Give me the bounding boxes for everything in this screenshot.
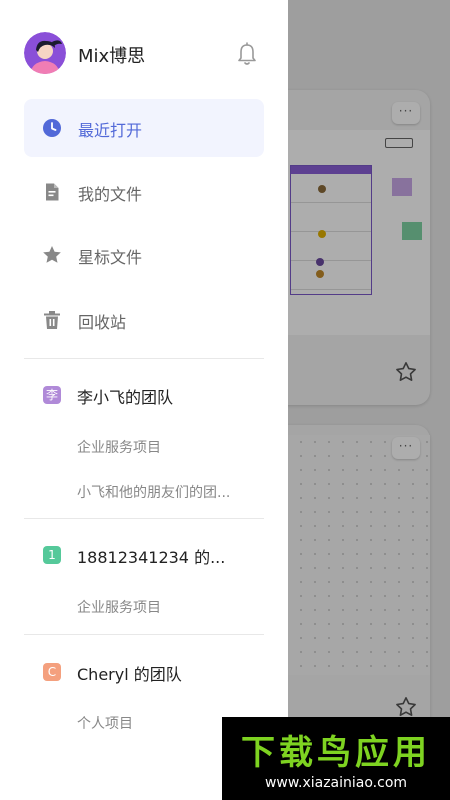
star-icon — [43, 246, 61, 263]
divider — [24, 634, 264, 635]
avatar[interactable] — [24, 32, 66, 74]
nav-item-my-files[interactable]: 我的文件 — [24, 163, 264, 221]
nav-item-trash[interactable]: 回收站 — [24, 291, 264, 349]
nav-item-starred[interactable]: 星标文件 — [24, 226, 264, 284]
clock-icon — [43, 119, 61, 137]
nav-item-label: 最近打开 — [78, 121, 143, 140]
project-item[interactable]: 小飞和他的朋友们的团... — [77, 482, 230, 502]
user-name[interactable]: Mix博思 — [78, 42, 145, 68]
team-name: 李小飞的团队 — [77, 388, 174, 407]
avatar-image — [24, 32, 66, 74]
watermark-logo: 下载鸟应用 www.xiazainiao.com — [222, 717, 450, 800]
project-item[interactable]: 个人项目 — [77, 713, 133, 733]
nav-item-label: 我的文件 — [78, 185, 143, 204]
team-badge: 1 — [43, 546, 61, 564]
project-item[interactable]: 企业服务项目 — [77, 597, 161, 617]
file-icon — [46, 183, 59, 201]
nav-item-label: 星标文件 — [78, 248, 143, 267]
team-name: 18812341234 的... — [77, 548, 226, 567]
nav-item-recent[interactable]: 最近打开 — [24, 99, 264, 157]
user-header: Mix博思 — [24, 32, 264, 76]
team-item[interactable]: 李 李小飞的团队 — [24, 376, 264, 416]
team-name: Cheryl 的团队 — [77, 665, 182, 684]
project-item[interactable]: 企业服务项目 — [77, 437, 161, 457]
team-badge: C — [43, 663, 61, 681]
watermark-url: www.xiazainiao.com — [264, 775, 408, 791]
watermark-title: 下载鸟应用 — [241, 733, 431, 773]
team-item[interactable]: 1 18812341234 的... — [24, 536, 264, 576]
trash-icon — [44, 311, 60, 329]
side-drawer: Mix博思 最近打开 我的文件 星标文件 回收站 李 李小飞的团队 企业服务项目… — [0, 0, 288, 800]
nav-item-label: 回收站 — [78, 313, 127, 332]
divider — [24, 518, 264, 519]
bell-icon[interactable] — [236, 42, 258, 66]
team-badge: 李 — [43, 386, 61, 404]
divider — [24, 358, 264, 359]
team-item[interactable]: C Cheryl 的团队 — [24, 653, 264, 693]
